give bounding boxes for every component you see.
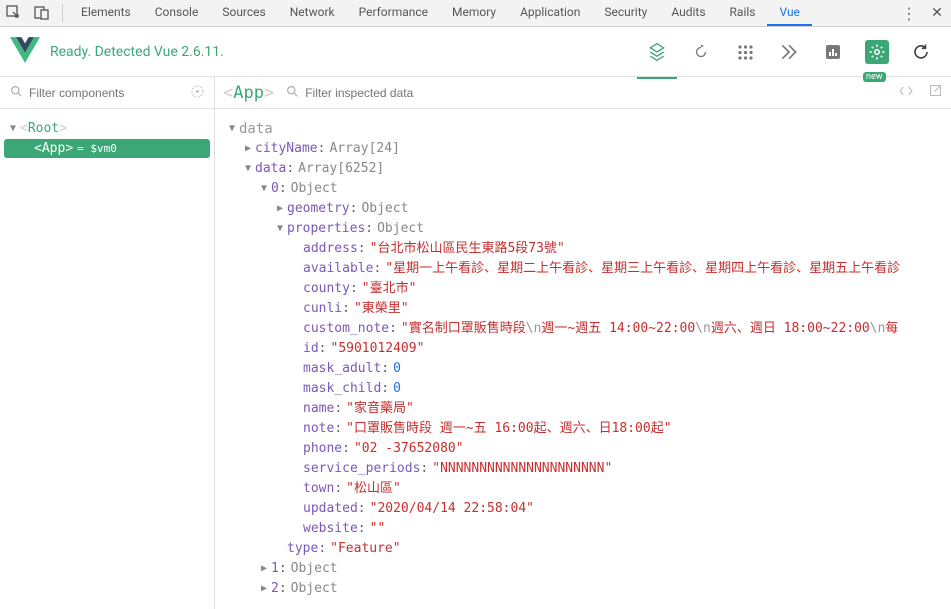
open-in-editor-icon[interactable]: [898, 83, 914, 102]
prop-id[interactable]: id: "5901012409": [227, 339, 943, 359]
prop-custom_note[interactable]: custom_note: "實名制口罩販售時段\n週一~週五 14:00~22:…: [227, 319, 943, 339]
prop-data-1[interactable]: ▶1: Object: [227, 559, 943, 579]
select-component-icon[interactable]: [190, 84, 205, 102]
prop-type[interactable]: type: "Feature": [227, 539, 943, 559]
prop-website[interactable]: website: "": [227, 519, 943, 539]
tab-audits[interactable]: Audits: [659, 0, 717, 26]
refresh-icon[interactable]: [909, 40, 933, 64]
prop-data-0[interactable]: ▼0: Object: [227, 179, 943, 199]
data-section[interactable]: ▼data: [227, 119, 943, 139]
tab-memory[interactable]: Memory: [440, 0, 508, 26]
routing-tab-icon[interactable]: [777, 40, 801, 64]
prop-note[interactable]: note: "口罩販售時段 週一~五 16:00起、週六、日18:00起": [227, 419, 943, 439]
prop-address[interactable]: address: "台北市松山區民生東路5段73號": [227, 239, 943, 259]
events-tab-icon[interactable]: [733, 40, 757, 64]
devtools-tabs: ElementsConsoleSourcesNetworkPerformance…: [69, 0, 895, 26]
prop-town[interactable]: town: "松山區": [227, 479, 943, 499]
open-external-icon[interactable]: [928, 83, 943, 102]
tab-network[interactable]: Network: [278, 0, 347, 26]
prop-cityName[interactable]: ▶cityName: Array[24]: [227, 139, 943, 159]
tab-security[interactable]: Security: [592, 0, 659, 26]
prop-data-2[interactable]: ▶2: Object: [227, 579, 943, 599]
search-icon: [10, 85, 23, 101]
prop-mask_adult[interactable]: mask_adult: 0: [227, 359, 943, 379]
tab-application[interactable]: Application: [508, 0, 592, 26]
prop-updated[interactable]: updated: "2020/04/14 22:58:04": [227, 499, 943, 519]
prop-mask_child[interactable]: mask_child: 0: [227, 379, 943, 399]
vuex-tab-icon[interactable]: [689, 40, 713, 64]
prop-properties[interactable]: ▼properties: Object: [227, 219, 943, 239]
prop-phone[interactable]: phone: "02 -37652080": [227, 439, 943, 459]
close-devtools-icon[interactable]: ✕: [923, 5, 951, 21]
new-badge: new: [863, 72, 886, 82]
tab-sources[interactable]: Sources: [210, 0, 277, 26]
current-component-tag: <App>: [223, 83, 274, 103]
filter-inspected-input[interactable]: [305, 86, 892, 100]
prop-cunli[interactable]: cunli: "東榮里": [227, 299, 943, 319]
prop-geometry[interactable]: ▶geometry: Object: [227, 199, 943, 219]
tab-elements[interactable]: Elements: [69, 0, 143, 26]
tab-vue[interactable]: Vue: [767, 0, 811, 26]
prop-available[interactable]: available: "星期一上午看診、星期二上午看診、星期三上午看診、星期四上…: [227, 259, 943, 279]
prop-service_periods[interactable]: service_periods: "NNNNNNNNNNNNNNNNNNNNN": [227, 459, 943, 479]
vue-logo-icon: [10, 37, 40, 67]
search-icon: [286, 85, 299, 101]
tab-rails[interactable]: Rails: [718, 0, 768, 26]
component-tree: ▼ <Root> <App> = $vm0: [0, 109, 215, 609]
prop-name[interactable]: name: "家音藥局": [227, 399, 943, 419]
device-toggle-icon[interactable]: [28, 0, 56, 27]
tree-root[interactable]: ▼ <Root>: [4, 119, 210, 138]
components-tab-icon[interactable]: [645, 40, 669, 64]
tab-performance[interactable]: Performance: [347, 0, 440, 26]
prop-county[interactable]: county: "臺北市": [227, 279, 943, 299]
prop-data[interactable]: ▼data: Array[6252]: [227, 159, 943, 179]
more-menu-icon[interactable]: ⋮: [895, 4, 923, 23]
inspector-panel: ▼data ▶cityName: Array[24] ▼data: Array[…: [215, 109, 951, 609]
tab-console[interactable]: Console: [143, 0, 211, 26]
performance-tab-icon[interactable]: [821, 40, 845, 64]
filter-components-input[interactable]: [29, 86, 184, 100]
settings-icon[interactable]: new: [865, 40, 889, 64]
tree-item-app[interactable]: <App> = $vm0: [4, 139, 210, 158]
vue-status-text: Ready. Detected Vue 2.6.11.: [50, 44, 224, 60]
inspect-element-icon[interactable]: [0, 0, 28, 27]
